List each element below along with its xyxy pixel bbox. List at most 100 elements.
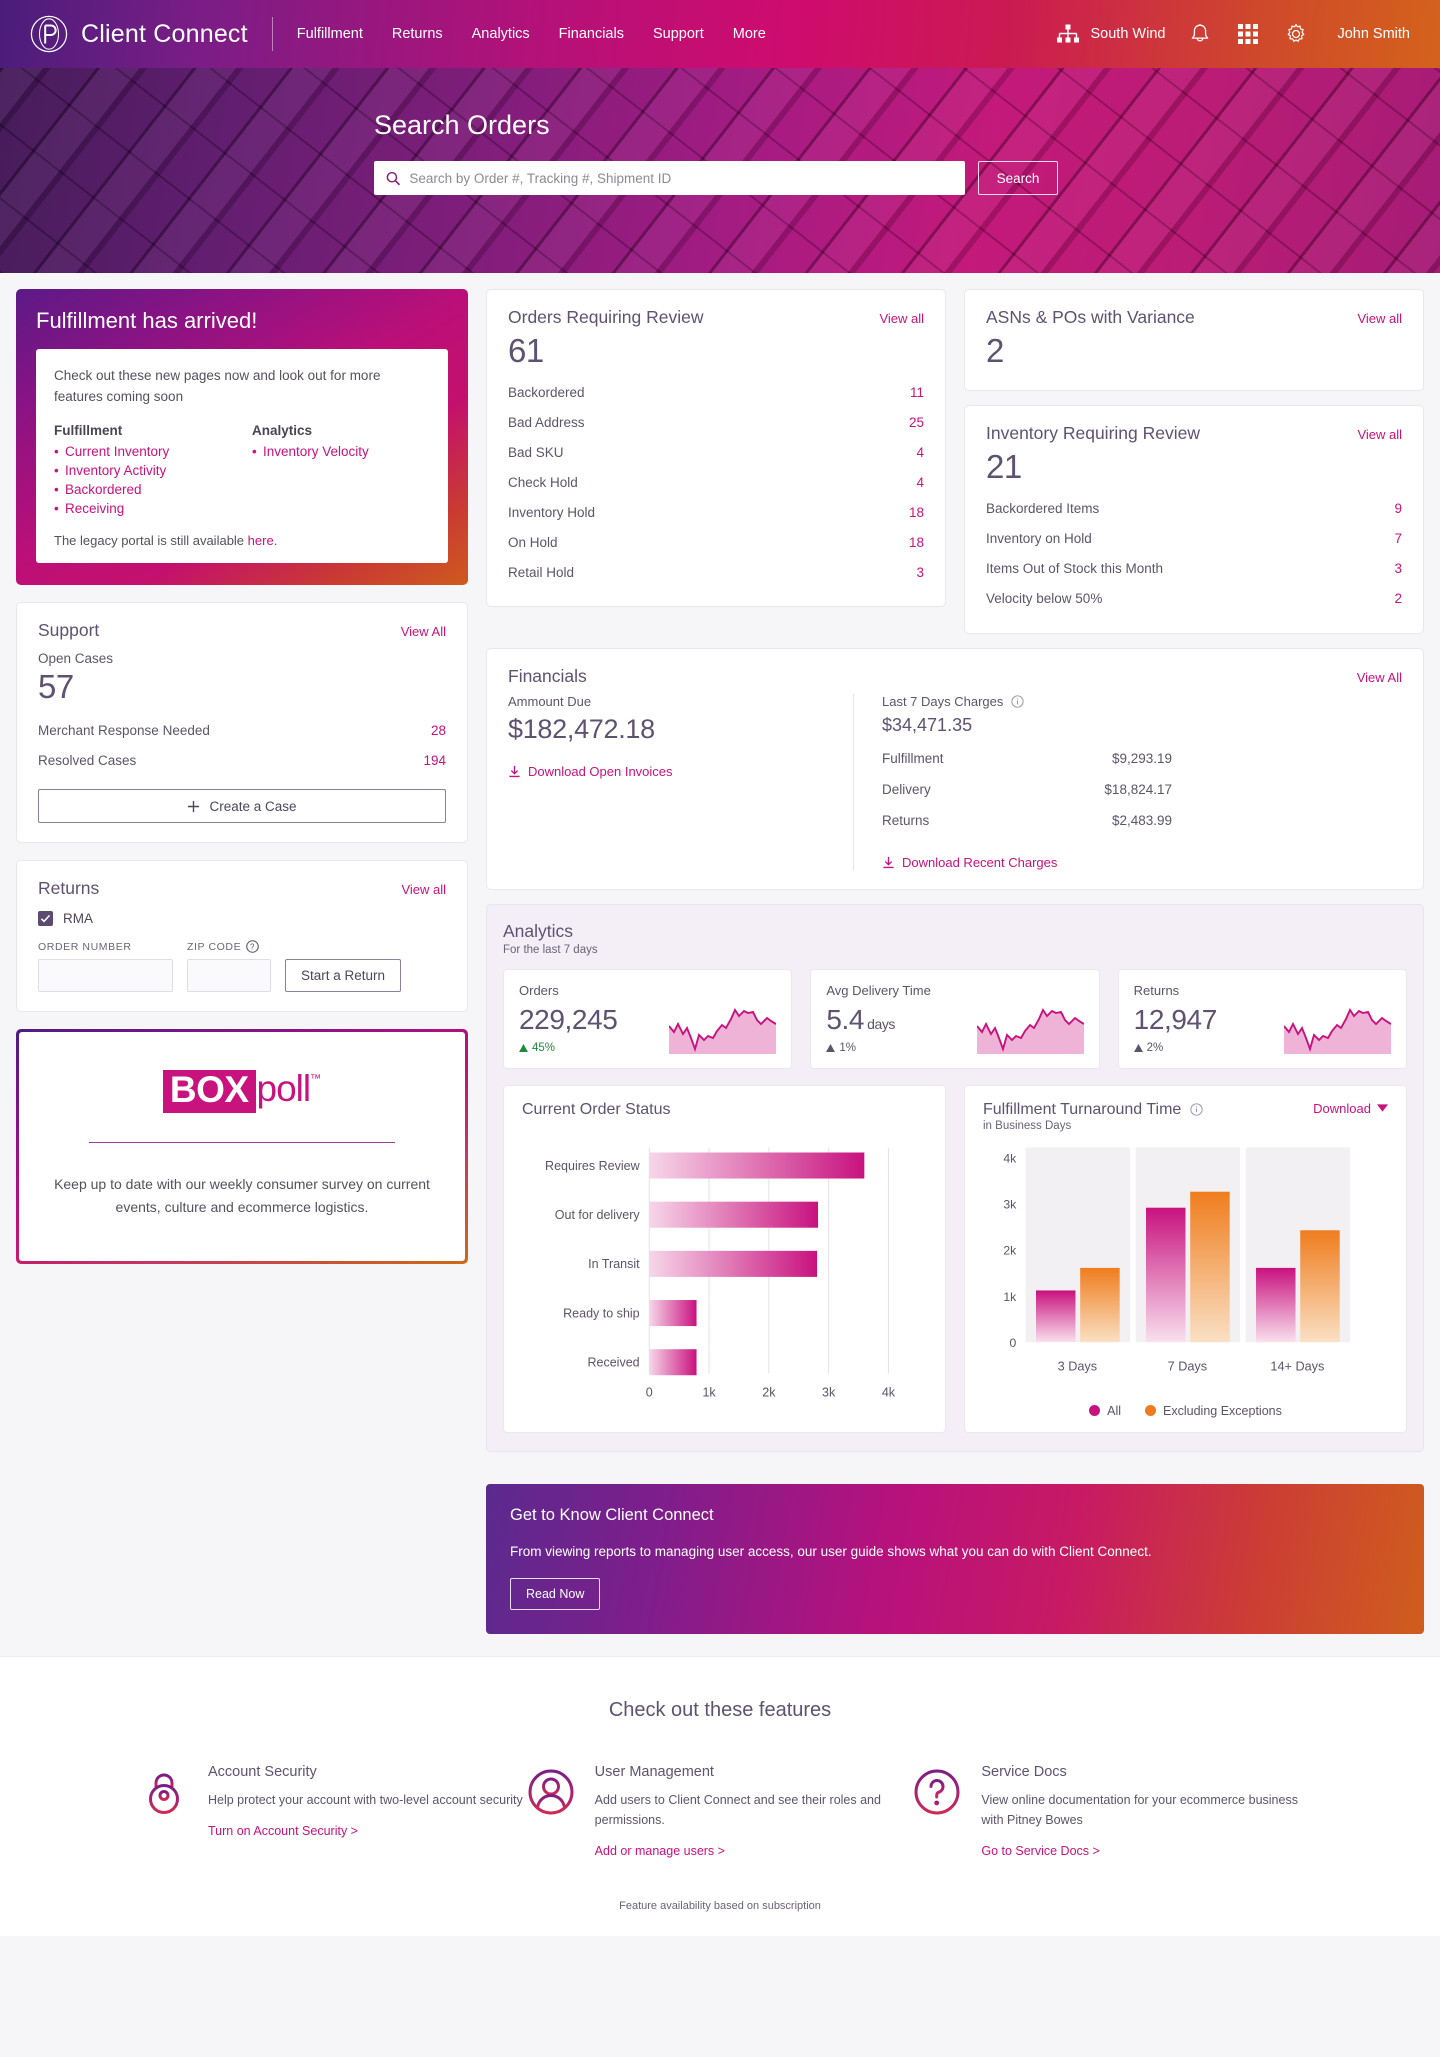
read-now-button[interactable]: Read Now: [510, 1577, 601, 1610]
start-return-button[interactable]: Start a Return: [285, 959, 402, 993]
metric-delta-value: 45%: [532, 1041, 556, 1054]
axis-tick: 3k: [822, 1385, 836, 1399]
turnaround-download-dropdown[interactable]: Download: [1313, 1101, 1388, 1116]
returns-view-all-link[interactable]: View all: [401, 882, 446, 897]
info-icon[interactable]: [1011, 694, 1024, 708]
notifications-button[interactable]: [1187, 21, 1213, 47]
download-open-invoices-link[interactable]: Download Open Invoices: [508, 764, 831, 779]
list-item[interactable]: Backordered: [54, 482, 232, 497]
legend-item-all[interactable]: All: [1089, 1404, 1121, 1418]
table-row[interactable]: Backordered Items 9: [986, 494, 1402, 524]
feature-link-service-docs[interactable]: Go to Service Docs >: [981, 1844, 1099, 1858]
row-value: 2: [1394, 591, 1402, 606]
list-item[interactable]: Inventory Activity: [54, 463, 232, 478]
right-stack: ASNs & POs with Variance View all 2 Inve…: [964, 289, 1424, 634]
bar-14days-all: [1256, 1267, 1296, 1342]
org-switcher[interactable]: South Wind: [1057, 24, 1165, 44]
order-number-input[interactable]: [38, 959, 173, 993]
axis-tick: 2k: [1003, 1243, 1017, 1257]
metric-delta-value: 1%: [839, 1041, 856, 1054]
table-row[interactable]: Bad Address 25: [508, 407, 924, 437]
feature-user-management: User Management Add users to Client Conn…: [527, 1764, 914, 1860]
axis-tick: 2k: [762, 1385, 776, 1399]
nav-right-group: South Wind John Smith: [1057, 21, 1410, 47]
table-row[interactable]: Backordered 11: [508, 377, 924, 407]
asns-pos-view-all-link[interactable]: View all: [1357, 311, 1402, 326]
create-case-button[interactable]: Create a Case: [38, 789, 446, 824]
list-item[interactable]: Inventory Velocity: [252, 444, 430, 459]
nav-item-more[interactable]: More: [733, 26, 766, 42]
apps-grid-icon: [1238, 24, 1259, 44]
promo-link-inventory-velocity[interactable]: Inventory Velocity: [263, 444, 369, 459]
promo-link-inventory-activity[interactable]: Inventory Activity: [65, 463, 166, 478]
table-row[interactable]: Bad SKU 4: [508, 437, 924, 467]
table-row[interactable]: Inventory on Hold 7: [986, 524, 1402, 554]
zip-code-input[interactable]: [187, 959, 271, 993]
table-row[interactable]: Inventory Hold 18: [508, 497, 924, 527]
orders-review-view-all-link[interactable]: View all: [879, 311, 924, 326]
search-field-wrapper[interactable]: [374, 161, 965, 195]
row-value: $9,293.19: [1111, 750, 1172, 766]
nav-item-analytics[interactable]: Analytics: [472, 26, 530, 42]
row-label: Merchant Response Needed: [38, 722, 210, 738]
list-item[interactable]: Current Inventory: [54, 444, 232, 459]
download-open-invoices-label: Download Open Invoices: [528, 763, 673, 779]
search-input[interactable]: [409, 170, 953, 186]
metric-card-returns[interactable]: Returns 12,947 2%: [1117, 968, 1407, 1069]
inventory-review-title: Inventory Requiring Review: [986, 423, 1200, 444]
support-view-all-link[interactable]: View All: [401, 624, 446, 639]
table-row[interactable]: Resolved Cases 194: [38, 745, 446, 775]
feature-link-account-security[interactable]: Turn on Account Security >: [208, 1824, 358, 1838]
analytics-metric-cards: Orders 229,245 45% Avg Delivery Time 5.4…: [503, 968, 1407, 1069]
nav-item-fulfillment[interactable]: Fulfillment: [297, 26, 363, 42]
settings-button[interactable]: [1283, 21, 1309, 47]
apps-button[interactable]: [1235, 21, 1261, 47]
nav-item-financials[interactable]: Financials: [559, 26, 624, 42]
last-7-days-block: Last 7 Days Charges $34,471.35 Fulfillme…: [853, 693, 1402, 870]
hero-title: Search Orders: [374, 110, 550, 140]
arrow-up-icon: [519, 1043, 528, 1052]
asns-pos-title: ASNs & POs with Variance: [986, 307, 1195, 327]
amount-due-value: $182,472.18: [508, 713, 655, 744]
legend-label-excluding: Excluding Exceptions: [1163, 1403, 1282, 1418]
financials-view-all-link[interactable]: View All: [1357, 670, 1402, 685]
feature-title: Service Docs: [981, 1763, 1067, 1780]
table-row[interactable]: Merchant Response Needed 28: [38, 715, 446, 745]
legacy-portal-link[interactable]: here: [248, 533, 274, 548]
table-row[interactable]: On Hold 18: [508, 527, 924, 557]
boxpoll-card[interactable]: BOX poll ™ Keep up to date with our week…: [16, 1029, 468, 1265]
feature-link-user-management[interactable]: Add or manage users >: [595, 1844, 725, 1858]
metric-card-avg-delivery-time[interactable]: Avg Delivery Time 5.4 days 1%: [810, 968, 1100, 1069]
boxpoll-logo-box: BOX: [162, 1070, 256, 1113]
user-circle-icon: [528, 1769, 574, 1814]
promo-link-receiving[interactable]: Receiving: [65, 501, 124, 516]
user-menu[interactable]: John Smith: [1337, 26, 1410, 42]
sparkline-returns: [1283, 1007, 1391, 1054]
metric-card-orders[interactable]: Orders 229,245 45%: [503, 968, 793, 1069]
table-row[interactable]: Velocity below 50% 2: [986, 584, 1402, 614]
promo-link-current-inventory[interactable]: Current Inventory: [65, 444, 169, 459]
create-case-label: Create a Case: [209, 798, 297, 814]
metric-value: 229,245: [519, 1003, 618, 1035]
promo-link-backordered[interactable]: Backordered: [65, 482, 142, 497]
inventory-review-view-all-link[interactable]: View all: [1357, 427, 1402, 442]
row-value: 4: [916, 444, 924, 460]
search-button[interactable]: Search: [978, 161, 1058, 195]
list-item[interactable]: Receiving: [54, 501, 232, 516]
row-label: Delivery: [882, 781, 931, 797]
brand-logo[interactable]: Client Connect: [30, 15, 248, 53]
legend-item-excluding-exceptions[interactable]: Excluding Exceptions: [1145, 1404, 1282, 1418]
rma-checkbox[interactable]: [38, 911, 53, 927]
fulfillment-promo-card: Fulfillment has arrived! Check out these…: [16, 289, 468, 585]
download-recent-charges-link[interactable]: Download Recent Charges: [882, 855, 1402, 870]
info-icon[interactable]: [1190, 1102, 1203, 1116]
table-row[interactable]: Items Out of Stock this Month 3: [986, 554, 1402, 584]
zip-code-label: ZIP CODE: [187, 940, 242, 953]
table-row[interactable]: Retail Hold 3: [508, 557, 924, 587]
table-row[interactable]: Check Hold 4: [508, 467, 924, 497]
nav-item-support[interactable]: Support: [653, 26, 704, 42]
promo-column-fulfillment: Fulfillment Current Inventory Inventory …: [54, 423, 232, 520]
nav-item-returns[interactable]: Returns: [392, 26, 443, 42]
help-circle-icon[interactable]: ?: [246, 940, 259, 953]
asns-pos-total: 2: [986, 332, 1004, 369]
